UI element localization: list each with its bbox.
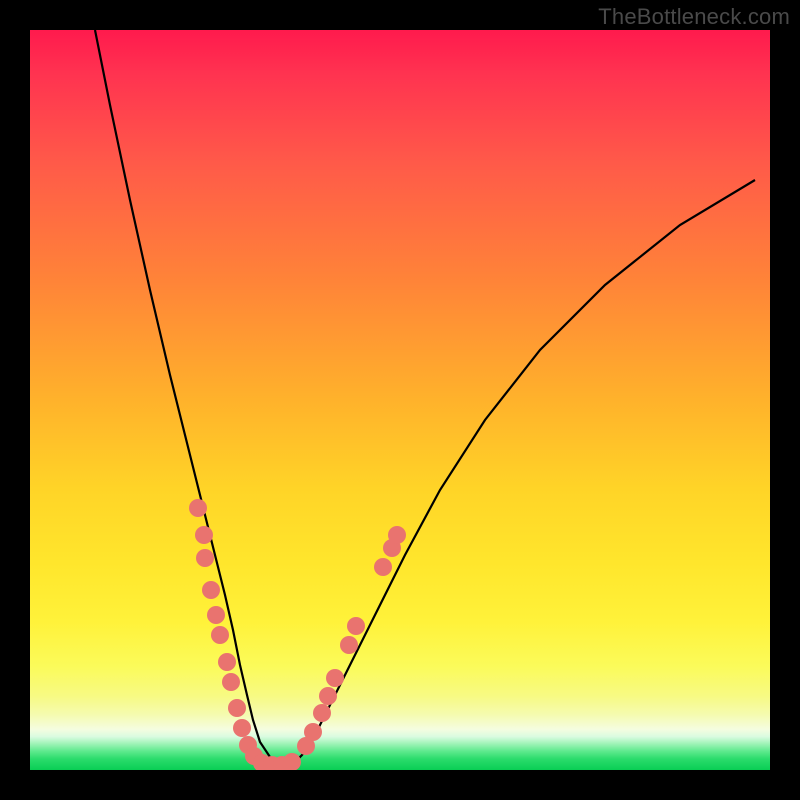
data-dot bbox=[233, 719, 251, 737]
data-dot bbox=[304, 723, 322, 741]
plot-area bbox=[30, 30, 770, 770]
bottleneck-curve bbox=[95, 30, 755, 765]
data-dot bbox=[326, 669, 344, 687]
data-dot bbox=[283, 753, 301, 770]
data-dots-group bbox=[189, 499, 406, 770]
data-dot bbox=[211, 626, 229, 644]
data-dot bbox=[195, 526, 213, 544]
data-dot bbox=[374, 558, 392, 576]
data-dot bbox=[228, 699, 246, 717]
watermark-text: TheBottleneck.com bbox=[598, 4, 790, 30]
data-dot bbox=[207, 606, 225, 624]
data-dot bbox=[189, 499, 207, 517]
data-dot bbox=[319, 687, 337, 705]
chart-frame: TheBottleneck.com bbox=[0, 0, 800, 800]
data-dot bbox=[218, 653, 236, 671]
data-dot bbox=[313, 704, 331, 722]
data-dot bbox=[222, 673, 240, 691]
data-dot bbox=[202, 581, 220, 599]
data-dot bbox=[388, 526, 406, 544]
data-dot bbox=[347, 617, 365, 635]
data-dot bbox=[340, 636, 358, 654]
bottleneck-curve-svg bbox=[30, 30, 770, 770]
data-dot bbox=[196, 549, 214, 567]
